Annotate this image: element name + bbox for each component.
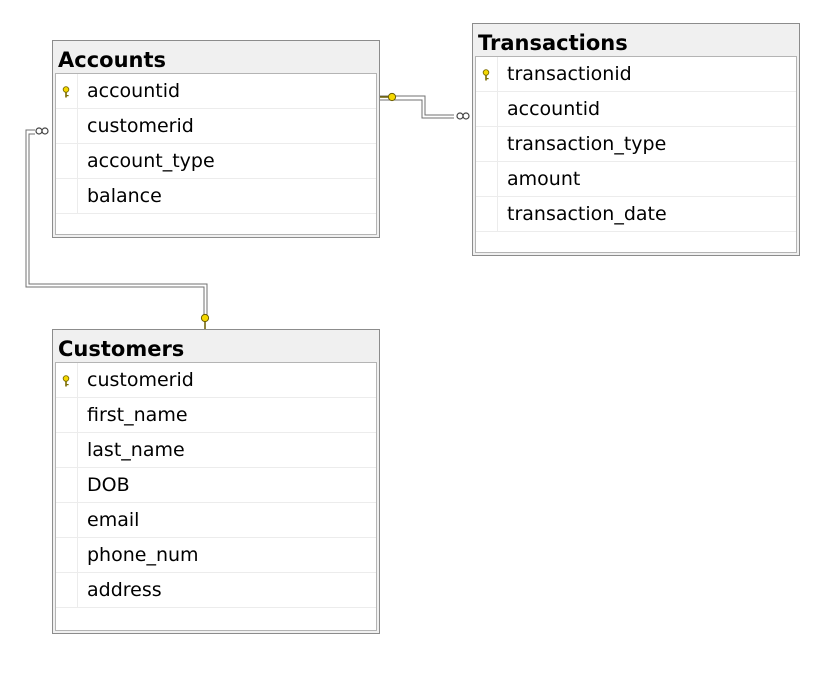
column-row[interactable]: amount [476, 162, 796, 197]
key-end-icon [200, 313, 210, 329]
column-name: customerid [87, 369, 194, 391]
column-name: accountid [507, 98, 601, 120]
column-row[interactable]: transaction_date [476, 197, 796, 232]
column-name: first_name [87, 404, 188, 426]
column-row[interactable]: transaction_type [476, 127, 796, 162]
table-title: Accounts [58, 48, 167, 72]
column-name: DOB [87, 474, 130, 496]
column-name: transactionid [507, 63, 632, 85]
column-name: last_name [87, 439, 185, 461]
column-name: account_type [87, 150, 215, 172]
column-name: accountid [87, 80, 181, 102]
table-title: Transactions [478, 31, 628, 55]
infinity-end-icon [35, 127, 49, 135]
column-name: transaction_date [507, 203, 667, 225]
table-body: customerid first_name last_name DOB emai… [55, 362, 377, 631]
infinity-end-icon [456, 112, 470, 120]
column-name: phone_num [87, 544, 199, 566]
column-name: balance [87, 185, 162, 207]
column-row[interactable]: phone_num [56, 538, 376, 573]
column-name: email [87, 509, 140, 531]
column-row[interactable]: last_name [56, 433, 376, 468]
primary-key-icon [482, 69, 490, 81]
table-body: transactionid accountid transaction_type… [475, 56, 797, 253]
column-row[interactable]: address [56, 573, 376, 608]
column-row[interactable]: transactionid [476, 57, 796, 92]
column-name: amount [507, 168, 581, 190]
column-row[interactable]: accountid [56, 74, 376, 109]
column-row[interactable]: balance [56, 179, 376, 214]
column-row[interactable]: accountid [476, 92, 796, 127]
accounts-table[interactable]: Accounts accountid customerid account_ty… [52, 40, 380, 238]
column-row[interactable]: customerid [56, 363, 376, 398]
column-row[interactable]: account_type [56, 144, 376, 179]
column-name: transaction_type [507, 133, 667, 155]
table-body: accountid customerid account_type balanc… [55, 73, 377, 235]
column-name: customerid [87, 115, 194, 137]
transactions-table[interactable]: Transactions transactionid accountid tra… [472, 23, 800, 256]
column-row[interactable]: first_name [56, 398, 376, 433]
primary-key-icon [62, 375, 70, 387]
customers-table[interactable]: Customers customerid first_name last_nam… [52, 329, 380, 634]
column-row[interactable]: customerid [56, 109, 376, 144]
table-title: Customers [58, 337, 185, 361]
primary-key-icon [62, 86, 70, 98]
column-name: address [87, 579, 162, 601]
column-row[interactable]: email [56, 503, 376, 538]
column-row[interactable]: DOB [56, 468, 376, 503]
